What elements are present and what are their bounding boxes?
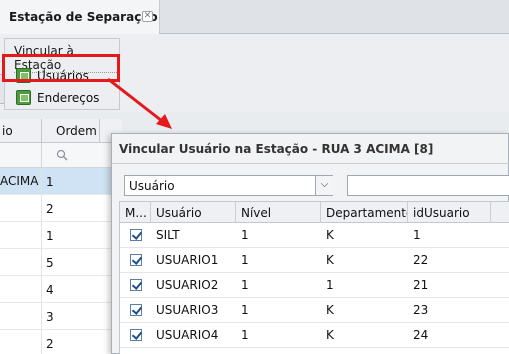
filter-field-select[interactable]: Usuário ⌵	[124, 175, 333, 196]
table-cell-ordem: 2	[46, 202, 54, 216]
link-icon	[16, 90, 31, 105]
table-row[interactable]: 4	[0, 276, 122, 303]
cell-idusuario: 21	[413, 278, 429, 292]
column-header-nivel[interactable]: Nível	[236, 202, 321, 223]
usuarios-grid: M... Usuário Nível Departamento idUsuari…	[119, 201, 509, 354]
cell-nivel: 1	[241, 228, 249, 242]
row-checkbox[interactable]	[130, 229, 142, 241]
vincular-usuario-dialog: Vincular Usuário na Estação - RUA 3 ACIM…	[111, 133, 509, 354]
tab-estacao-separacao[interactable]: Estação de Separação ✕	[0, 0, 160, 34]
row-checkbox[interactable]	[130, 279, 142, 291]
menu-item-usuarios[interactable]: Usuários	[11, 65, 117, 87]
select-value: Usuário	[129, 179, 175, 193]
table-cell-ordem: 2	[46, 337, 54, 351]
cell-usuario: USUARIO3	[156, 303, 219, 317]
table-cell	[0, 222, 42, 249]
cell-usuario: USUARIO1	[156, 253, 219, 267]
cell-idusuario: 22	[413, 253, 429, 267]
table-cell-ordem: 5	[46, 256, 54, 270]
chevron-down-icon[interactable]: ⌵	[315, 176, 333, 195]
table-cell: ACIMA	[0, 168, 42, 195]
column-header[interactable]: io	[0, 119, 42, 143]
tab-strip: Estação de Separação ✕	[0, 0, 509, 34]
cell-nivel: 1	[241, 328, 249, 342]
menu-item-enderecos[interactable]: Endereços	[11, 87, 117, 109]
cell-departamento: 1	[326, 278, 334, 292]
cell-departamento: K	[326, 253, 334, 267]
table-row[interactable]: USUARIO2 1 1 21	[120, 273, 509, 298]
cell-idusuario: 1	[413, 228, 421, 242]
column-header-ordem[interactable]: Ordem	[42, 119, 100, 143]
table-cell	[0, 276, 42, 303]
column-header-marcado[interactable]: M...	[120, 202, 151, 223]
menu-item-label: Endereços	[37, 91, 100, 105]
toolbar: Vincular à Estação Usuários Endereços	[0, 34, 509, 112]
column-header-departamento[interactable]: Departamento	[321, 202, 408, 223]
table-row[interactable]: USUARIO3 1 K 23	[120, 298, 509, 323]
cell-usuario: USUARIO4	[156, 328, 219, 342]
row-checkbox[interactable]	[130, 304, 142, 316]
cell-nivel: 1	[241, 278, 249, 292]
column-header-idusuario[interactable]: idUsuario	[408, 202, 491, 223]
dialog-divider	[112, 163, 509, 164]
cell-departamento: K	[326, 328, 334, 342]
cell-departamento: K	[326, 228, 334, 242]
grid-filter-row	[0, 143, 122, 168]
cell-nivel: 1	[241, 303, 249, 317]
cell-usuario: SILT	[156, 228, 180, 242]
cell-idusuario: 24	[413, 328, 429, 342]
cell-departamento: K	[326, 303, 334, 317]
table-cell	[0, 303, 42, 330]
row-checkbox[interactable]	[130, 329, 142, 341]
table-cell-ordem: 1	[46, 229, 54, 243]
table-cell	[0, 330, 42, 354]
close-icon[interactable]: ✕	[142, 11, 153, 22]
table-cell-ordem: 4	[46, 283, 54, 297]
dialog-title: Vincular Usuário na Estação - RUA 3 ACIM…	[119, 142, 434, 156]
table-row[interactable]: 2	[0, 330, 122, 354]
table-row[interactable]: SILT 1 K 1	[120, 223, 509, 248]
cell-idusuario: 23	[413, 303, 429, 317]
table-row[interactable]: 1	[0, 222, 122, 249]
grid-header: M... Usuário Nível Departamento idUsuari…	[120, 202, 509, 223]
table-row[interactable]: 3	[0, 303, 122, 330]
search-icon[interactable]	[56, 149, 68, 161]
table-row[interactable]: 5	[0, 249, 122, 276]
cell-nivel: 1	[241, 253, 249, 267]
filter-cell[interactable]	[0, 143, 42, 168]
table-cell	[0, 249, 42, 276]
grid-header: io Ordem	[0, 119, 122, 143]
table-cell	[0, 195, 42, 222]
table-row[interactable]: ACIMA 1	[0, 168, 122, 195]
table-cell-ordem: 3	[46, 310, 54, 324]
link-icon	[16, 68, 31, 83]
cell-usuario: USUARIO2	[156, 278, 219, 292]
search-input[interactable]	[347, 175, 509, 196]
tab-title: Estação de Separação	[9, 10, 158, 24]
menu-item-label: Usuários	[37, 69, 89, 83]
column-header-usuario[interactable]: Usuário	[151, 202, 236, 223]
table-cell-ordem: 1	[46, 175, 54, 189]
row-checkbox[interactable]	[130, 254, 142, 266]
table-row[interactable]: USUARIO4 1 K 24	[120, 323, 509, 348]
table-row[interactable]: USUARIO1 1 K 22	[120, 248, 509, 273]
vincular-menu: Vincular à Estação Usuários Endereços	[4, 38, 120, 110]
estacoes-grid: io Ordem ACIMA 1 2 1 5 4 3 2	[0, 119, 122, 354]
table-row[interactable]: 2	[0, 195, 122, 222]
